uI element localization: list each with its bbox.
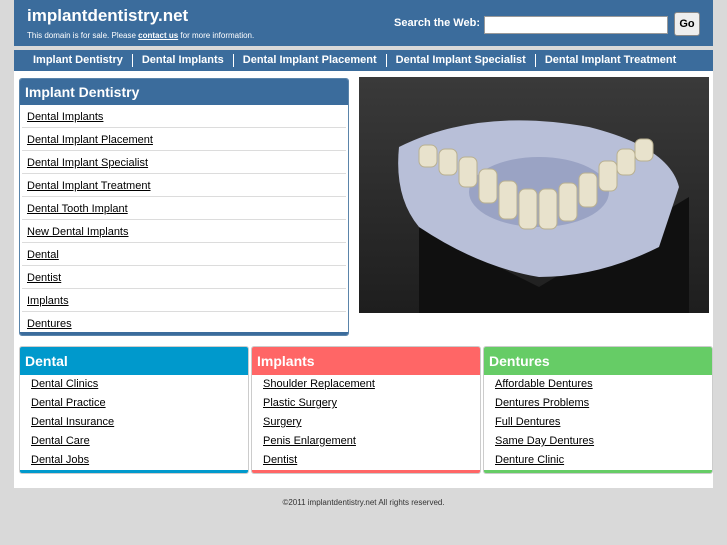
sale-text-post: for more information.: [178, 31, 255, 40]
sidebar-item-label[interactable]: Dentures: [27, 318, 72, 330]
header: implantdentistry.net This domain is for …: [14, 0, 713, 46]
dentures-link[interactable]: Dentures Problems: [495, 397, 589, 409]
main-content: Implant Dentistry Dental Implants Dental…: [14, 71, 713, 488]
list-item[interactable]: Affordable Dentures: [495, 375, 712, 394]
list-item[interactable]: Dental Insurance: [31, 413, 248, 432]
sidebar-item-label[interactable]: Dental Implants: [27, 111, 103, 123]
contact-us-link[interactable]: contact us: [138, 31, 178, 40]
dentures-link[interactable]: Same Day Dentures: [495, 435, 594, 447]
list-item[interactable]: Full Dentures: [495, 413, 712, 432]
implants-box-bottom-bar: [252, 470, 480, 473]
site-title[interactable]: implantdentistry.net: [27, 6, 188, 26]
dentures-link[interactable]: Affordable Dentures: [495, 378, 593, 390]
top-nav: Implant Dentistry Dental Implants Dental…: [14, 50, 713, 71]
implants-link[interactable]: Dentist: [263, 454, 297, 466]
sidebar-item-label[interactable]: Implants: [27, 295, 69, 307]
sidebar-item[interactable]: New Dental Implants: [22, 220, 346, 243]
dental-box-bottom-bar: [20, 470, 248, 473]
dental-links: Dental Clinics Dental Practice Dental In…: [20, 375, 248, 470]
sidebar-item-label[interactable]: Dental Implant Placement: [27, 134, 153, 146]
search-input[interactable]: [484, 16, 668, 34]
sidebar-item[interactable]: Dental Implant Placement: [22, 128, 346, 151]
nav-item-dental-implant-placement[interactable]: Dental Implant Placement: [232, 54, 386, 67]
sale-notice: This domain is for sale. Please contact …: [27, 31, 254, 40]
dentures-link[interactable]: Denture Clinic: [495, 454, 564, 466]
hero-image: [359, 77, 709, 313]
sidebar-item[interactable]: Dental Implant Specialist: [22, 151, 346, 174]
list-item[interactable]: Dentures Problems: [495, 394, 712, 413]
list-item[interactable]: Dental Practice: [31, 394, 248, 413]
implants-link[interactable]: Surgery: [263, 416, 302, 428]
list-item[interactable]: Dental Care: [31, 432, 248, 451]
dental-link[interactable]: Dental Care: [31, 435, 90, 447]
sidebar-item-label[interactable]: Dentist: [27, 272, 61, 284]
list-item[interactable]: Dentist: [263, 451, 480, 470]
dentures-links: Affordable Dentures Dentures Problems Fu…: [484, 375, 712, 470]
dental-box: Dental Dental Clinics Dental Practice De…: [19, 346, 249, 474]
sidebar-title: Implant Dentistry: [20, 79, 348, 105]
sidebar-item-label[interactable]: Dental Implant Specialist: [27, 157, 148, 169]
dental-model-illustration: [359, 77, 709, 313]
implants-box-title: Implants: [252, 347, 480, 375]
list-item[interactable]: Denture Clinic: [495, 451, 712, 470]
sidebar-item-label[interactable]: New Dental Implants: [27, 226, 129, 238]
dental-link[interactable]: Dental Clinics: [31, 378, 98, 390]
sidebar-bottom-bar: [20, 332, 348, 335]
page: implantdentistry.net This domain is for …: [0, 0, 727, 545]
dentures-box: Dentures Affordable Dentures Dentures Pr…: [483, 346, 713, 474]
sidebar-item[interactable]: Implants: [22, 289, 346, 312]
list-item[interactable]: Plastic Surgery: [263, 394, 480, 413]
implants-links: Shoulder Replacement Plastic Surgery Sur…: [252, 375, 480, 470]
list-item[interactable]: Same Day Dentures: [495, 432, 712, 451]
dental-box-title: Dental: [20, 347, 248, 375]
sidebar-item[interactable]: Dentist: [22, 266, 346, 289]
implants-link[interactable]: Plastic Surgery: [263, 397, 337, 409]
nav-item-dental-implants[interactable]: Dental Implants: [131, 54, 233, 67]
nav-item-implant-dentistry[interactable]: Implant Dentistry: [26, 54, 132, 67]
sidebar-item[interactable]: Dental: [22, 243, 346, 266]
list-item[interactable]: Dental Jobs: [31, 451, 248, 470]
implants-link[interactable]: Shoulder Replacement: [263, 378, 375, 390]
search-label: Search the Web:: [394, 17, 480, 29]
sidebar-item[interactable]: Dental Tooth Implant: [22, 197, 346, 220]
dental-link[interactable]: Dental Insurance: [31, 416, 114, 428]
sidebar-item[interactable]: Dental Implant Treatment: [22, 174, 346, 197]
nav-item-dental-implant-treatment[interactable]: Dental Implant Treatment: [534, 54, 685, 67]
dental-link[interactable]: Dental Practice: [31, 397, 106, 409]
sidebar-item-label[interactable]: Dental Tooth Implant: [27, 203, 128, 215]
sidebar-item-label[interactable]: Dental: [27, 249, 59, 261]
sidebar-box: Implant Dentistry Dental Implants Dental…: [19, 78, 349, 336]
sidebar-item-label[interactable]: Dental Implant Treatment: [27, 180, 151, 192]
dentures-box-bottom-bar: [484, 470, 712, 473]
implants-box: Implants Shoulder Replacement Plastic Su…: [251, 346, 481, 474]
sidebar-item[interactable]: Dental Implants: [22, 105, 346, 128]
list-item[interactable]: Shoulder Replacement: [263, 375, 480, 394]
go-button[interactable]: Go: [674, 12, 700, 36]
list-item[interactable]: Penis Enlargement: [263, 432, 480, 451]
footer-copyright: ©2011 implantdentistry.net All rights re…: [282, 498, 445, 507]
list-item[interactable]: Dental Clinics: [31, 375, 248, 394]
sale-text-pre: This domain is for sale. Please: [27, 31, 139, 40]
sidebar-list: Dental Implants Dental Implant Placement…: [20, 105, 348, 335]
dental-link[interactable]: Dental Jobs: [31, 454, 89, 466]
nav-item-dental-implant-specialist[interactable]: Dental Implant Specialist: [385, 54, 535, 67]
dentures-box-title: Dentures: [484, 347, 712, 375]
list-item[interactable]: Surgery: [263, 413, 480, 432]
dentures-link[interactable]: Full Dentures: [495, 416, 560, 428]
implants-link[interactable]: Penis Enlargement: [263, 435, 356, 447]
